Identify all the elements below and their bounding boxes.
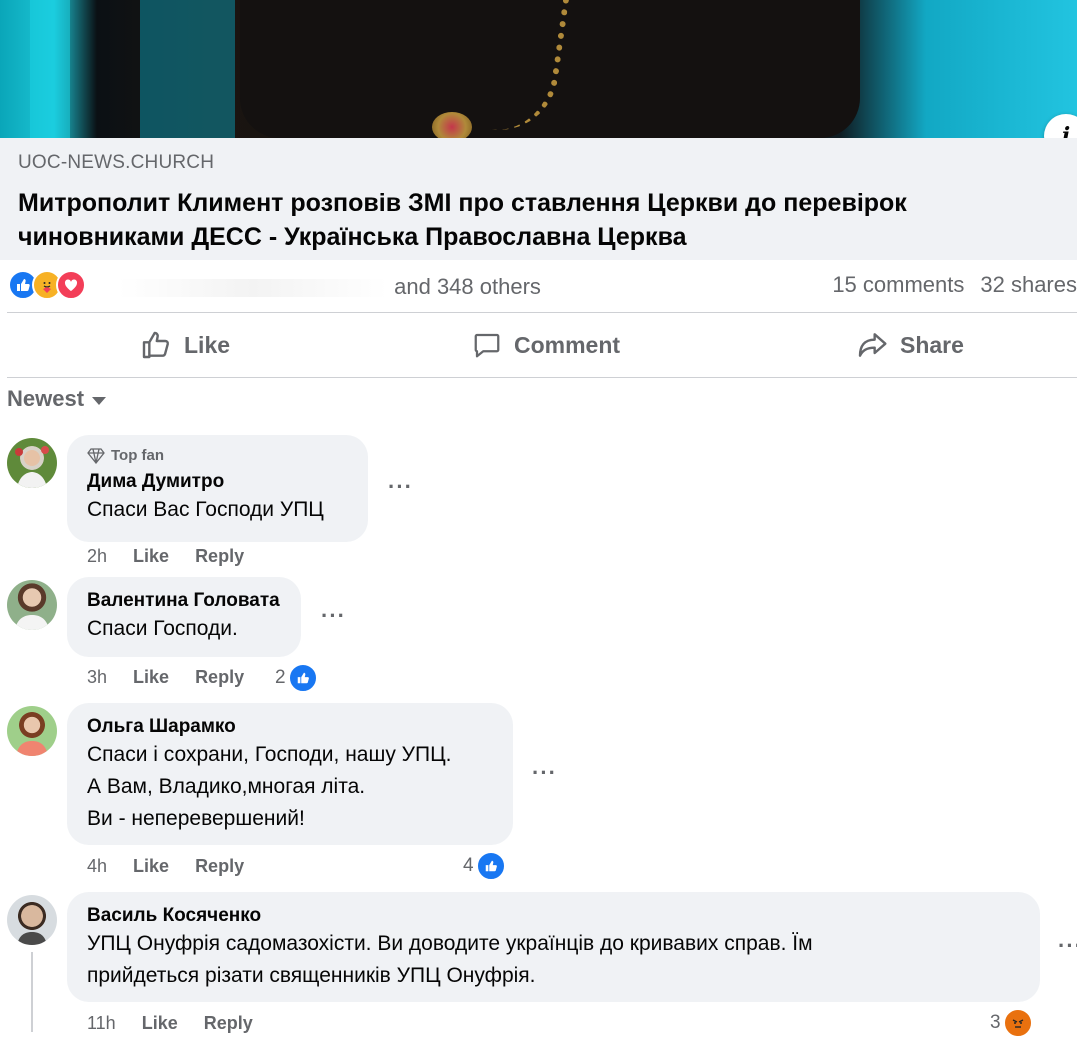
redacted-names <box>118 279 388 298</box>
comment-time[interactable]: 3h <box>87 667 107 688</box>
comment-reply-button[interactable]: Reply <box>195 856 244 877</box>
avatar[interactable] <box>7 706 57 756</box>
divider <box>7 377 1077 378</box>
avatar[interactable] <box>7 895 57 945</box>
more-options-button[interactable]: ··· <box>321 603 346 629</box>
comment-bubble: Валентина Головата Спаси Господи. <box>67 577 301 657</box>
reaction-icons[interactable] <box>8 270 86 300</box>
comment-icon <box>474 333 500 358</box>
comment-bubble: Ольга Шарамко Спаси і сохрани, Господи, … <box>67 703 513 845</box>
link-domain: UOC-NEWS.CHURCH <box>18 152 215 173</box>
commenter-name[interactable]: Ольга Шарамко <box>87 715 493 739</box>
comment-like-button[interactable]: Like <box>133 546 169 567</box>
reaction-count-number: 4 <box>463 855 474 876</box>
diamond-icon <box>87 447 105 464</box>
comment-bubble: Top fan Дима Думитро Спаси Вас Господи У… <box>67 435 368 542</box>
comment-like-button[interactable]: Like <box>133 856 169 877</box>
comment-reaction-count[interactable]: 4 <box>463 851 506 881</box>
reply-thread-line <box>31 952 33 1032</box>
comment-sort-dropdown[interactable]: Newest <box>7 386 107 412</box>
more-options-button[interactable]: ··· <box>532 760 557 786</box>
share-icon <box>858 333 887 357</box>
reactions-summary: and 348 others 15 comments 32 shares <box>0 262 1077 312</box>
comment-reply-button[interactable]: Reply <box>204 1013 253 1034</box>
comment-text: Спаси Вас Господи УПЦ <box>87 498 324 521</box>
comment-button[interactable]: Comment <box>472 328 620 362</box>
top-fan-badge[interactable]: Top fan <box>87 447 348 464</box>
divider <box>7 312 1077 313</box>
love-reaction-icon <box>56 270 86 300</box>
like-reaction-icon <box>475 851 506 881</box>
badge-label: Top fan <box>111 447 165 464</box>
thumbs-up-icon <box>142 331 170 359</box>
commenter-name[interactable]: Валентина Головата <box>87 589 281 613</box>
comment-time[interactable]: 4h <box>87 856 107 877</box>
comment-time[interactable]: 11h <box>87 1013 116 1034</box>
comment-bubble: Василь Косяченко УПЦ Онуфрія садомазохіс… <box>67 892 1040 1002</box>
reaction-count-number: 3 <box>990 1012 1001 1033</box>
avatar[interactable] <box>7 438 57 488</box>
link-preview-caption[interactable]: UOC-NEWS.CHURCH Митрополит Климент розпо… <box>0 138 1077 260</box>
comment-reply-button[interactable]: Reply <box>195 546 244 567</box>
caret-down-icon <box>92 396 107 405</box>
like-button[interactable]: Like <box>140 328 230 362</box>
share-label: Share <box>900 331 964 358</box>
comment-like-button[interactable]: Like <box>142 1013 178 1034</box>
comment-text: Спаси Господи. <box>87 617 238 640</box>
more-options-button[interactable]: ··· <box>388 474 413 500</box>
comment-reply-button[interactable]: Reply <box>195 667 244 688</box>
reaction-names[interactable]: and 348 others <box>118 274 541 300</box>
others-count: and 348 others <box>394 274 541 299</box>
comment-text-line: Ви - неперевершений! <box>87 807 305 830</box>
shares-count[interactable]: 32 shares <box>980 272 1077 297</box>
comment-meta: 11h Like Reply <box>87 1013 253 1034</box>
like-label: Like <box>184 331 231 358</box>
commenter-name[interactable]: Дима Думитро <box>87 470 348 494</box>
comment-text-line: Спаси і сохрани, Господи, нашу УПЦ. <box>87 743 452 766</box>
sort-label: Newest <box>7 386 85 411</box>
post-action-bar: Like Comment Share <box>0 314 1077 376</box>
comment-text-line: А Вам, Владико,многая літа. <box>87 775 366 798</box>
comment-reaction-count[interactable]: 2 <box>275 663 318 693</box>
engagement-counts: 15 comments 32 shares <box>816 272 1077 298</box>
comment-text-line: УПЦ Онуфрія садомазохісти. Ви доводите у… <box>87 932 813 955</box>
more-options-button[interactable]: ··· <box>1058 933 1077 959</box>
comment-reaction-count[interactable]: 3 <box>990 1008 1033 1038</box>
comment-meta: 3h Like Reply <box>87 667 244 688</box>
comment-time[interactable]: 2h <box>87 546 107 567</box>
link-title[interactable]: Митрополит Климент розповів ЗМІ про став… <box>18 186 1059 254</box>
comment-text-line: прийдеться різати священників УПЦ Онуфрі… <box>87 964 536 987</box>
comment-meta: 2h Like Reply <box>87 546 244 567</box>
link-preview-image[interactable] <box>0 0 1077 138</box>
commenter-name[interactable]: Василь Косяченко <box>87 904 1020 928</box>
avatar[interactable] <box>7 580 57 630</box>
comment-meta: 4h Like Reply <box>87 856 244 877</box>
comment-label: Comment <box>514 331 621 358</box>
comment-like-button[interactable]: Like <box>133 667 169 688</box>
reaction-count-number: 2 <box>275 667 286 688</box>
angry-reaction-icon <box>1002 1008 1033 1038</box>
comments-count[interactable]: 15 comments <box>832 272 964 297</box>
like-reaction-icon <box>287 663 318 693</box>
share-button[interactable]: Share <box>856 328 964 362</box>
